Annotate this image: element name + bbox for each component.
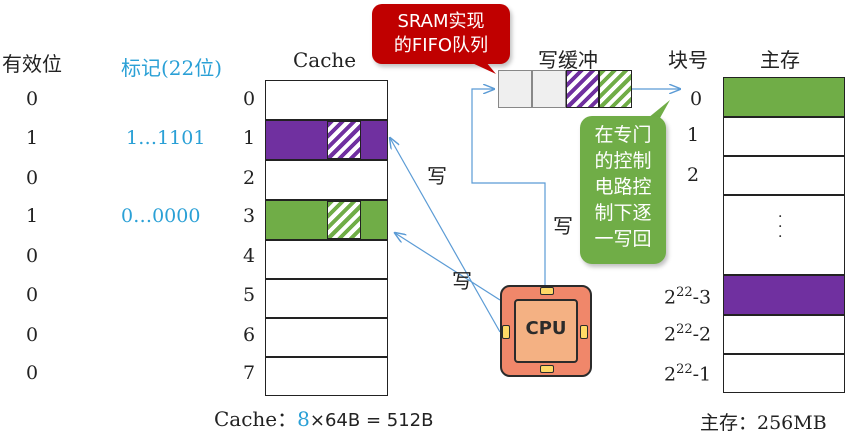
- cpu-label: CPU: [525, 318, 567, 339]
- control-callout-tail: [648, 100, 670, 118]
- control-circuit-callout: 在专门 的控制 电路控 制下逐 一写回: [580, 116, 666, 264]
- cache-size-caption: Cache：8×64B = 512B: [214, 407, 434, 431]
- cpu-chip-icon: CPU: [500, 285, 592, 377]
- memory-size-caption: 主存：256MB: [700, 412, 827, 434]
